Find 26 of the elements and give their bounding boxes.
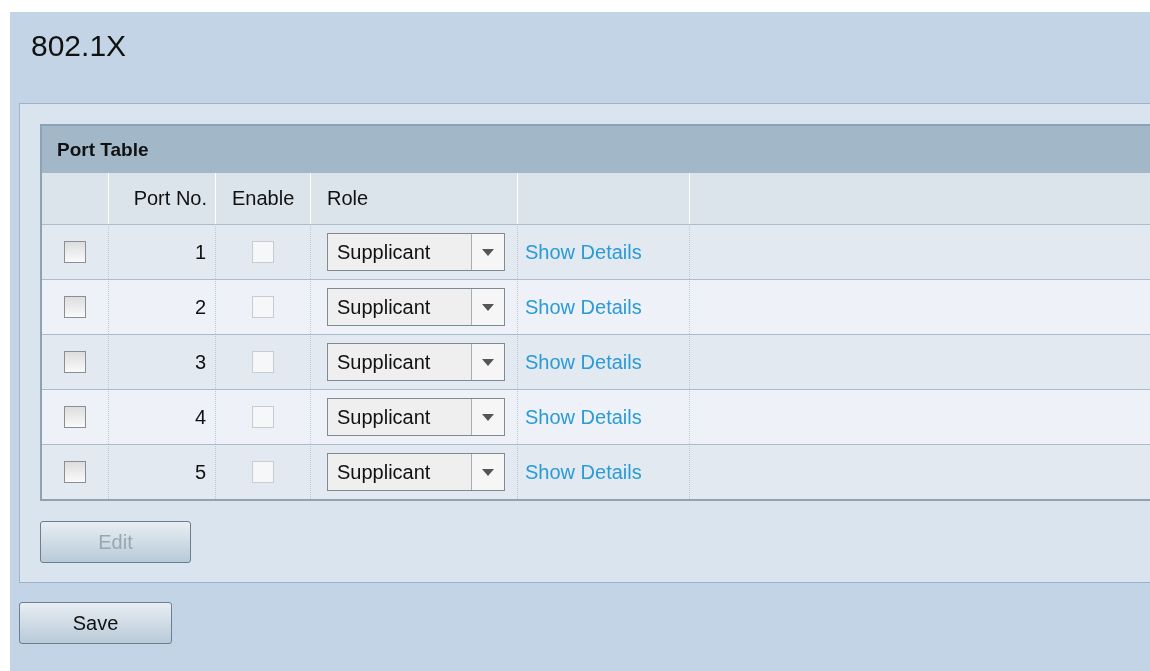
table-cell: 1: [108, 224, 215, 279]
caret-icon: [482, 248, 494, 256]
role-dropdown[interactable]: Supplicant: [327, 453, 505, 491]
row-checkbox[interactable]: [64, 406, 86, 428]
role-dropdown[interactable]: Supplicant: [327, 343, 505, 381]
caret-icon: [482, 358, 494, 366]
row-checkbox[interactable]: [64, 461, 86, 483]
caret-icon: [482, 413, 494, 421]
column-header: Enable: [215, 173, 310, 224]
row-checkbox[interactable]: [64, 241, 86, 263]
role-dropdown[interactable]: Supplicant: [327, 398, 505, 436]
table-title: Port Table: [42, 126, 1150, 173]
caret-icon: [482, 303, 494, 311]
table-cell: 4: [108, 389, 215, 444]
role-dropdown[interactable]: Supplicant: [327, 233, 505, 271]
table-cell: 5: [108, 444, 215, 499]
table-cell: 3: [108, 334, 215, 389]
caret-icon: [482, 468, 494, 476]
column-header: Role: [310, 173, 517, 224]
column-header: Port No.: [108, 173, 215, 224]
role-dropdown[interactable]: Supplicant: [327, 288, 505, 326]
row-checkbox[interactable]: [64, 296, 86, 318]
table-cell: 2: [108, 279, 215, 334]
row-checkbox[interactable]: [64, 351, 86, 373]
page-title: 802.1X: [30, 28, 128, 64]
save-button[interactable]: Save: [19, 602, 172, 644]
